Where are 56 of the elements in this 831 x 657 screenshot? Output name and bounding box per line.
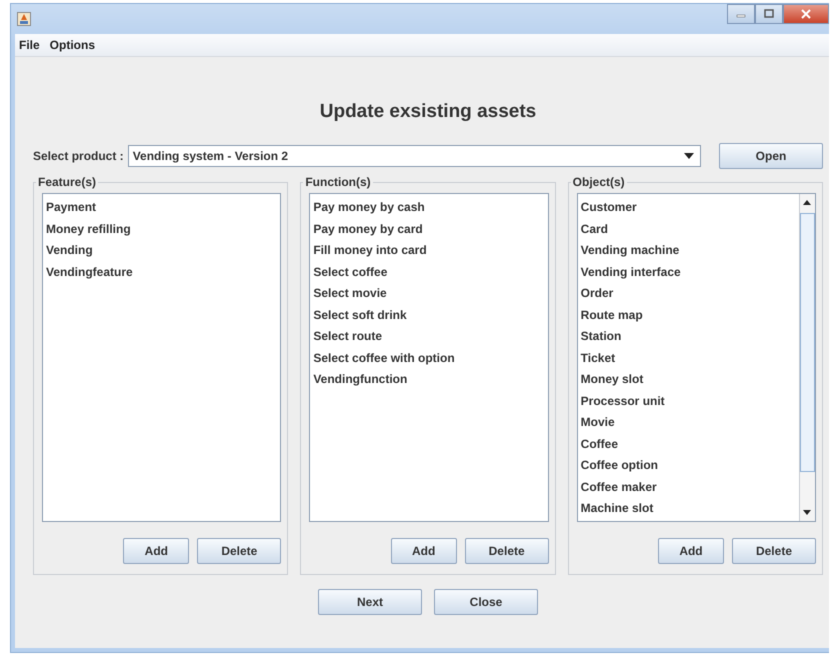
dropdown-arrow-icon: [684, 153, 694, 159]
list-item[interactable]: Select coffee with option: [313, 348, 545, 369]
list-item[interactable]: Customer: [580, 197, 796, 218]
list-item[interactable]: Card: [580, 218, 796, 240]
panel-title: Function(s): [304, 175, 372, 189]
list-item[interactable]: Select movie: [313, 283, 545, 304]
panel-button[interactable]: Delete: [732, 538, 816, 564]
menu-item[interactable]: Options: [50, 38, 95, 52]
list-item[interactable]: Coffee: [580, 434, 796, 455]
list-item[interactable]: Select soft drink: [313, 304, 545, 326]
panel-title: Feature(s): [37, 175, 98, 189]
list-item[interactable]: Payment: [46, 197, 278, 218]
app-icon: [17, 12, 31, 26]
menu-item[interactable]: File: [19, 38, 40, 52]
scroll-thumb[interactable]: [800, 213, 815, 472]
minimize-button[interactable]: [727, 4, 755, 24]
list-item[interactable]: Coffee option: [580, 455, 796, 476]
list-item[interactable]: Money refilling: [46, 218, 278, 240]
list-item[interactable]: Vending: [46, 240, 278, 262]
dialog-button[interactable]: Next: [318, 589, 422, 615]
scroll-up-icon[interactable]: [803, 200, 812, 205]
list-item[interactable]: Select route: [313, 326, 545, 348]
list-item[interactable]: Vending interface: [580, 262, 796, 283]
list-item[interactable]: Pay money by card: [313, 218, 545, 240]
list-item[interactable]: Vendingfunction: [313, 369, 545, 390]
list-item[interactable]: Order: [580, 283, 796, 304]
list-item[interactable]: Vendingfeature: [46, 262, 278, 283]
panel-button[interactable]: Add: [123, 538, 190, 564]
list-item[interactable]: Route map: [580, 304, 796, 326]
dialog-button[interactable]: Close: [434, 589, 538, 615]
list-item[interactable]: Ticket: [580, 348, 796, 369]
list-item[interactable]: Machine slot: [580, 498, 796, 520]
product-dropdown[interactable]: Vending system - Version 2: [128, 145, 701, 167]
panel-title: Object(s): [572, 175, 626, 189]
list-item[interactable]: Pay money by cash: [313, 197, 545, 218]
maximize-button[interactable]: [755, 4, 783, 24]
field-label: Select product :: [33, 149, 124, 163]
panel-button[interactable]: Add: [390, 538, 457, 564]
list-item[interactable]: Processor unit: [580, 390, 796, 412]
panel-button[interactable]: Delete: [197, 538, 282, 564]
dialog-heading: Update exsisting assets: [318, 101, 538, 123]
list-item[interactable]: Vending machine: [580, 240, 796, 262]
close-icon: [800, 9, 812, 19]
list-item[interactable]: Coffee maker: [580, 476, 796, 498]
maximize-icon: [763, 9, 775, 19]
list-item[interactable]: Movie: [580, 412, 796, 434]
panel-button[interactable]: Add: [658, 538, 724, 564]
list-item[interactable]: Station: [580, 326, 796, 348]
panel-button[interactable]: Delete: [464, 538, 549, 564]
list-item[interactable]: Money slot: [580, 369, 796, 390]
list-item[interactable]: Fill money into card: [313, 240, 545, 262]
scroll-down-icon[interactable]: [803, 510, 812, 515]
scrollbar[interactable]: [798, 194, 815, 521]
open-button[interactable]: Open: [719, 143, 823, 169]
list-item[interactable]: Select coffee: [313, 262, 545, 283]
close-button[interactable]: [783, 4, 829, 24]
